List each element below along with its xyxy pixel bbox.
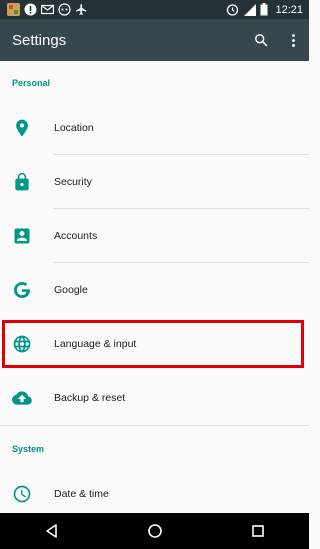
back-button[interactable] xyxy=(37,516,67,546)
settings-list[interactable]: Personal Location Security Accounts Goog… xyxy=(0,61,309,513)
back-icon xyxy=(45,524,57,538)
settings-item-security[interactable]: Security xyxy=(0,155,309,209)
alarm-icon xyxy=(226,3,239,16)
airplane-mode-icon xyxy=(75,3,88,16)
settings-item-backup-reset[interactable]: Backup & reset xyxy=(0,371,309,425)
settings-item-label: Google xyxy=(54,284,88,296)
status-bar-notifications xyxy=(0,0,88,19)
status-bar-system: 12:21 xyxy=(226,0,309,19)
lte-signal-icon xyxy=(243,3,257,16)
account-box-icon xyxy=(12,226,32,246)
settings-item-label: Security xyxy=(54,176,92,188)
cloud-upload-icon xyxy=(12,388,32,408)
navigation-bar xyxy=(0,513,309,549)
settings-item-label: Backup & reset xyxy=(54,392,126,404)
gmail-icon xyxy=(40,3,55,16)
recents-icon xyxy=(251,525,264,537)
location-pin-icon xyxy=(12,118,32,138)
status-time: 12:21 xyxy=(275,3,303,16)
section-header-system: System xyxy=(12,444,45,454)
globe-icon xyxy=(12,334,32,354)
google-icon xyxy=(12,280,32,300)
home-button[interactable] xyxy=(140,516,170,546)
settings-item-label: Language & input xyxy=(54,338,137,350)
section-header-personal: Personal xyxy=(12,78,51,88)
battery-icon xyxy=(260,3,268,16)
bubble-icon xyxy=(58,3,71,16)
search-button[interactable] xyxy=(245,19,277,61)
home-icon xyxy=(147,524,162,538)
clock-icon xyxy=(12,484,32,504)
settings-item-location[interactable]: Location xyxy=(0,101,309,155)
page-title: Settings xyxy=(12,31,67,49)
more-vert-icon xyxy=(291,33,295,47)
settings-item-google[interactable]: Google xyxy=(0,263,309,317)
settings-item-language-input[interactable]: Language & input xyxy=(0,317,309,371)
section-divider xyxy=(0,425,309,426)
status-bar: 12:21 xyxy=(0,0,309,19)
app-icon xyxy=(7,3,20,16)
more-options-button[interactable] xyxy=(277,19,309,61)
settings-item-accounts[interactable]: Accounts xyxy=(0,209,309,263)
search-icon xyxy=(254,33,268,47)
settings-item-label: Accounts xyxy=(54,230,98,242)
recents-button[interactable] xyxy=(243,516,273,546)
lock-icon xyxy=(12,172,32,192)
settings-item-label: Location xyxy=(54,122,94,134)
warning-icon xyxy=(24,3,37,16)
app-bar: Settings xyxy=(0,19,309,61)
